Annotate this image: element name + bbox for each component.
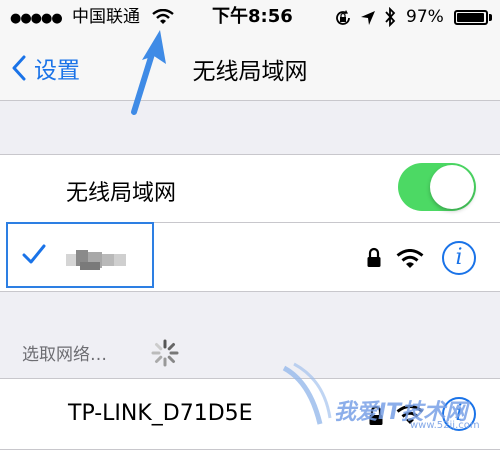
watermark-url: www.52ij.com [410,420,480,431]
blurred-network-name [66,250,126,270]
navigation-bar: 设置 无线局域网 [0,34,500,101]
clock-time: 下午8:56 [212,6,293,27]
battery-icon [454,10,488,25]
wifi-toggle-label: 无线局域网 [66,181,177,206]
bluetooth-icon [385,7,396,27]
wifi-icon [396,249,424,268]
signal-strength-icon: ●●●●● [10,11,63,26]
wifi-icon [152,9,174,24]
battery-tip [489,14,492,21]
lock-icon [367,247,381,267]
status-bar: ●●●●● 中国联通 下午8:56 97% [0,0,500,34]
watermark-logo-icon [282,362,332,425]
rotation-lock-icon [336,10,350,25]
checkmark-icon [22,244,46,264]
section-header-choose-network: 选取网络… [22,345,107,365]
location-icon [361,11,375,25]
annotation-arrow-icon [131,30,166,115]
toggle-knob [430,165,474,209]
carrier-name: 中国联通 [72,7,140,27]
wifi-toggle-row: 无线局域网 [0,155,500,221]
wifi-toggle-switch[interactable] [398,163,476,211]
network-name: TP-LINK_D71D5E [68,401,253,426]
battery-percentage: 97% [406,7,444,27]
loading-spinner-icon [151,339,179,367]
page-title: 无线局域网 [192,59,308,85]
info-button[interactable]: i [442,241,476,275]
